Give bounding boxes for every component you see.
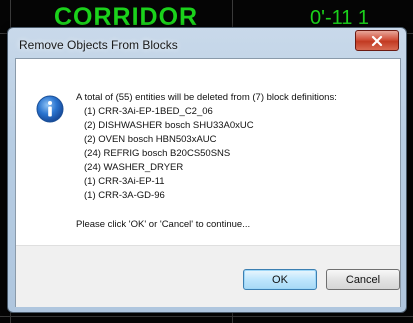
dialog-titlebar[interactable]: Remove Objects From Blocks bbox=[8, 28, 406, 60]
remove-objects-dialog: Remove Objects From Blocks A total of (5… bbox=[7, 27, 407, 313]
message-text: A total of (55) entities will be deleted… bbox=[76, 91, 396, 232]
list-item: (24) REFRIG bosch B20CS50SNS bbox=[84, 148, 231, 159]
info-icon bbox=[36, 95, 64, 123]
list-item: (1) CRR-3Ai-EP-11 bbox=[84, 176, 165, 187]
list-item: (1) CRR-3A-GD-96 bbox=[84, 190, 165, 201]
list-item: (1) CRR-3Ai-EP-1BED_C2_06 bbox=[84, 106, 213, 117]
continue-prompt: Please click 'OK' or 'Cancel' to continu… bbox=[76, 219, 251, 230]
list-item: (2) DISHWASHER bosch SHU33A0xUC bbox=[84, 120, 254, 131]
ok-button[interactable]: OK bbox=[243, 269, 317, 290]
dialog-footer: OK Cancel bbox=[16, 245, 400, 307]
message-header: A total of (55) entities will be deleted… bbox=[76, 92, 337, 103]
cancel-button[interactable]: Cancel bbox=[326, 269, 400, 290]
close-icon bbox=[371, 35, 383, 46]
list-item: (24) WASHER_DRYER bbox=[84, 162, 184, 173]
block-list: (1) CRR-3Ai-EP-1BED_C2_06 (2) DISHWASHER… bbox=[84, 105, 396, 203]
cad-line bbox=[0, 316, 413, 317]
close-button[interactable] bbox=[355, 30, 399, 51]
dialog-title: Remove Objects From Blocks bbox=[19, 38, 178, 52]
list-item: (2) OVEN bosch HBN503xAUC bbox=[84, 134, 217, 145]
dialog-content: A total of (55) entities will be deleted… bbox=[15, 58, 401, 307]
